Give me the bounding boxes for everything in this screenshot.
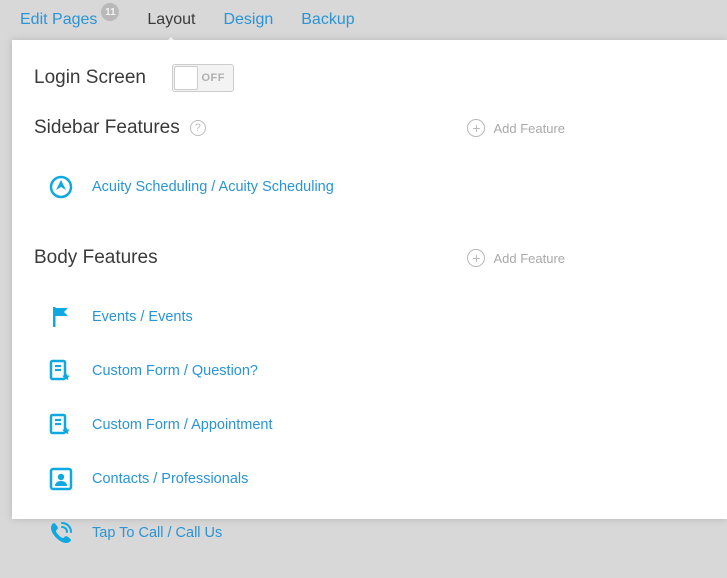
feature-label: Contacts / Professionals bbox=[92, 471, 248, 487]
tabbar: Edit Pages 11 Layout Design Backup bbox=[0, 0, 727, 40]
layout-panel: Login Screen OFF Sidebar Features ? + Ad… bbox=[12, 40, 727, 519]
add-feature-label: Add Feature bbox=[493, 251, 565, 266]
tab-label: Design bbox=[223, 11, 273, 29]
tab-design[interactable]: Design bbox=[223, 11, 273, 29]
feature-item-events[interactable]: Events / Events bbox=[48, 290, 705, 344]
feature-item-appointment[interactable]: Custom Form / Appointment bbox=[48, 398, 705, 452]
tab-badge: 11 bbox=[101, 3, 119, 21]
toggle-state-label: OFF bbox=[201, 72, 225, 84]
feature-label: Custom Form / Appointment bbox=[92, 417, 273, 433]
tab-edit-pages[interactable]: Edit Pages 11 bbox=[20, 11, 119, 29]
feature-item-question[interactable]: Custom Form / Question? bbox=[48, 344, 705, 398]
help-icon[interactable]: ? bbox=[190, 120, 206, 136]
sidebar-features-title: Sidebar Features bbox=[34, 117, 180, 139]
tab-label: Edit Pages bbox=[20, 11, 97, 29]
add-body-feature-button[interactable]: + Add Feature bbox=[467, 249, 705, 267]
contact-icon bbox=[48, 466, 74, 492]
login-screen-row: Login Screen OFF bbox=[34, 64, 705, 92]
toggle-knob bbox=[174, 66, 198, 90]
flag-icon bbox=[48, 304, 74, 330]
sidebar-feature-list: Acuity Scheduling / Acuity Scheduling bbox=[34, 148, 705, 232]
feature-label: Events / Events bbox=[92, 309, 193, 325]
tab-layout[interactable]: Layout bbox=[147, 11, 195, 29]
plus-icon: + bbox=[467, 119, 485, 137]
feature-label: Custom Form / Question? bbox=[92, 363, 258, 379]
plus-icon: + bbox=[467, 249, 485, 267]
feature-label: Acuity Scheduling / Acuity Scheduling bbox=[92, 179, 334, 195]
tab-label: Backup bbox=[301, 11, 354, 29]
feature-item-call[interactable]: Tap To Call / Call Us bbox=[48, 506, 705, 560]
form-icon bbox=[48, 358, 74, 384]
login-screen-title: Login Screen bbox=[34, 67, 146, 89]
add-sidebar-feature-button[interactable]: + Add Feature bbox=[467, 119, 705, 137]
body-features-header: Body Features + Add Feature bbox=[34, 238, 705, 278]
body-feature-list: Events / Events Custom Form / Question? … bbox=[34, 278, 705, 578]
feature-label: Tap To Call / Call Us bbox=[92, 525, 222, 541]
add-feature-label: Add Feature bbox=[493, 121, 565, 136]
form-icon bbox=[48, 412, 74, 438]
phone-icon bbox=[48, 520, 74, 546]
acuity-icon bbox=[48, 174, 74, 200]
sidebar-features-header: Sidebar Features ? + Add Feature bbox=[34, 108, 705, 148]
body-features-title: Body Features bbox=[34, 247, 158, 269]
feature-item-acuity[interactable]: Acuity Scheduling / Acuity Scheduling bbox=[48, 160, 705, 214]
login-toggle[interactable]: OFF bbox=[172, 64, 234, 92]
tab-backup[interactable]: Backup bbox=[301, 11, 354, 29]
tab-label: Layout bbox=[147, 11, 195, 29]
feature-item-contacts[interactable]: Contacts / Professionals bbox=[48, 452, 705, 506]
